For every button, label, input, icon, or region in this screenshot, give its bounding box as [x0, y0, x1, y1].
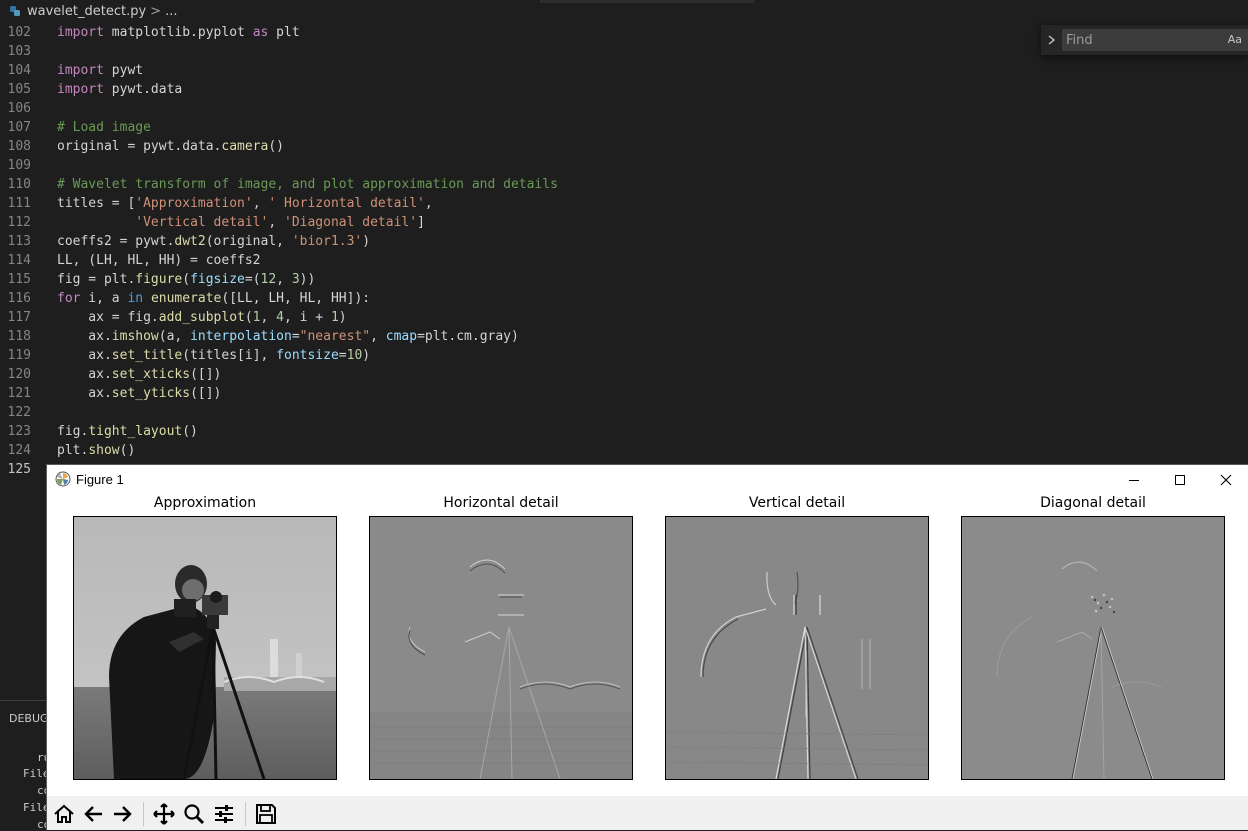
save-button[interactable]	[253, 801, 279, 827]
breadcrumb-separator: >	[150, 3, 162, 19]
subplot-title-horizontal: Horizontal detail	[443, 495, 559, 511]
subplot-approximation	[73, 516, 337, 780]
line-number: 113	[7, 234, 31, 249]
code-line: 104 import pywt	[0, 61, 1248, 80]
arrow-right-icon	[114, 806, 132, 822]
zoom-button[interactable]	[181, 801, 207, 827]
code-line: 113 coeffs2 = pywt.dwt2(original, 'bior1.…	[0, 232, 1248, 251]
diagonal-detail-image	[962, 517, 1224, 779]
code-line: 115 fig = plt.figure(figsize=(12, 3))	[0, 270, 1248, 289]
breadcrumb: wavelet_detect.py > ...	[0, 0, 1248, 22]
debug-panel-label[interactable]: DEBUG	[9, 712, 49, 725]
line-number: 125	[7, 462, 31, 477]
figure-titlebar[interactable]: Figure 1	[47, 465, 1248, 495]
subplot-title-approximation: Approximation	[153, 495, 257, 511]
close-button[interactable]	[1203, 465, 1248, 495]
minimize-icon	[1129, 480, 1139, 481]
code-editor[interactable]: 102 import matplotlib.pyplot as plt 103 1…	[0, 23, 1248, 479]
line-number: 118	[7, 329, 31, 344]
figure-canvas[interactable]: Approximation Horizontal detail Vertical…	[47, 495, 1248, 796]
code-line: 119 ax.set_title(titles[i], fontsize=10)	[0, 346, 1248, 365]
cameraman-image	[74, 517, 336, 779]
match-case-toggle[interactable]: Aa	[1228, 33, 1242, 46]
code-line: 114 LL, (LH, HL, HH) = coeffs2	[0, 251, 1248, 270]
code-line: 105 import pywt.data	[0, 80, 1248, 99]
code-line: 122	[0, 403, 1248, 422]
line-number: 122	[7, 405, 31, 420]
line-number: 106	[7, 101, 31, 116]
home-icon	[54, 804, 74, 823]
vertical-detail-image	[666, 517, 928, 779]
subplot-horizontal-detail	[369, 516, 633, 780]
toolbar-separator	[143, 802, 144, 826]
pan-button[interactable]	[151, 801, 177, 827]
line-number: 104	[7, 63, 31, 78]
code-line: 116 for i, a in enumerate([LL, LH, HL, HH…	[0, 289, 1248, 308]
code-line: 118 ax.imshow(a, interpolation="nearest"…	[0, 327, 1248, 346]
line-number: 115	[7, 272, 31, 287]
python-file-icon	[10, 6, 20, 16]
code-line: 123 fig.tight_layout()	[0, 422, 1248, 441]
forward-button[interactable]	[109, 801, 135, 827]
code-line: 121 ax.set_yticks([])	[0, 384, 1248, 403]
line-number: 109	[7, 158, 31, 173]
code-line: 124 plt.show()	[0, 441, 1248, 460]
code-line: 111 titles = ['Approximation', ' Horizont…	[0, 194, 1248, 213]
magnifier-icon	[184, 804, 205, 825]
toolbar-separator	[245, 802, 246, 826]
floppy-disk-icon	[256, 804, 276, 824]
code-line: 112 'Vertical detail', 'Diagonal detail'…	[0, 213, 1248, 232]
figure-toolbar	[47, 796, 1248, 830]
minimize-button[interactable]	[1111, 465, 1157, 495]
move-icon	[153, 803, 175, 825]
line-number: 111	[7, 196, 31, 211]
debug-panel: DEBUG ru File co File co	[0, 700, 50, 831]
code-line: 108 original = pywt.data.camera()	[0, 137, 1248, 156]
line-number: 108	[7, 139, 31, 154]
line-number: 117	[7, 310, 31, 325]
maximize-icon	[1175, 475, 1185, 485]
sliders-icon	[215, 805, 233, 823]
line-number: 119	[7, 348, 31, 363]
toggle-replace-icon[interactable]	[1046, 31, 1058, 49]
subplot-diagonal-detail	[961, 516, 1225, 780]
code-line: 110 # Wavelet transform of image, and plo…	[0, 175, 1248, 194]
find-input[interactable]	[1062, 29, 1248, 51]
code-line: 106	[0, 99, 1248, 118]
code-line: 107 # Load image	[0, 118, 1248, 137]
back-button[interactable]	[81, 801, 107, 827]
line-number: 103	[7, 44, 31, 59]
line-number: 123	[7, 424, 31, 439]
line-number: 120	[7, 367, 31, 382]
line-number: 110	[7, 177, 31, 192]
find-widget: Aa	[1041, 25, 1248, 55]
line-number: 124	[7, 443, 31, 458]
breadcrumb-file[interactable]: wavelet_detect.py	[27, 4, 146, 19]
line-number: 112	[7, 215, 31, 230]
figure-title: Figure 1	[76, 472, 124, 487]
horizontal-detail-image	[370, 517, 632, 779]
matplotlib-logo-icon	[55, 471, 71, 487]
home-button[interactable]	[51, 801, 77, 827]
code-line: 117 ax = fig.add_subplot(1, 4, i + 1)	[0, 308, 1248, 327]
line-number: 116	[7, 291, 31, 306]
subplot-title-vertical: Vertical detail	[748, 495, 846, 511]
line-number: 121	[7, 386, 31, 401]
breadcrumb-more[interactable]: ...	[165, 4, 177, 19]
subplot-title-diagonal: Diagonal detail	[1040, 495, 1146, 511]
maximize-button[interactable]	[1157, 465, 1203, 495]
arrow-left-icon	[84, 806, 102, 822]
line-number: 102	[7, 25, 31, 40]
line-number: 107	[7, 120, 31, 135]
subplot-vertical-detail	[665, 516, 929, 780]
line-number: 114	[7, 253, 31, 268]
code-line: 120 ax.set_xticks([])	[0, 365, 1248, 384]
close-icon	[1220, 474, 1232, 486]
title-strip	[540, 0, 754, 3]
code-line: 109	[0, 156, 1248, 175]
figure-window: Figure 1 Approximation Horizontal detail…	[46, 464, 1248, 830]
line-number: 105	[7, 82, 31, 97]
configure-subplots-button[interactable]	[211, 801, 237, 827]
